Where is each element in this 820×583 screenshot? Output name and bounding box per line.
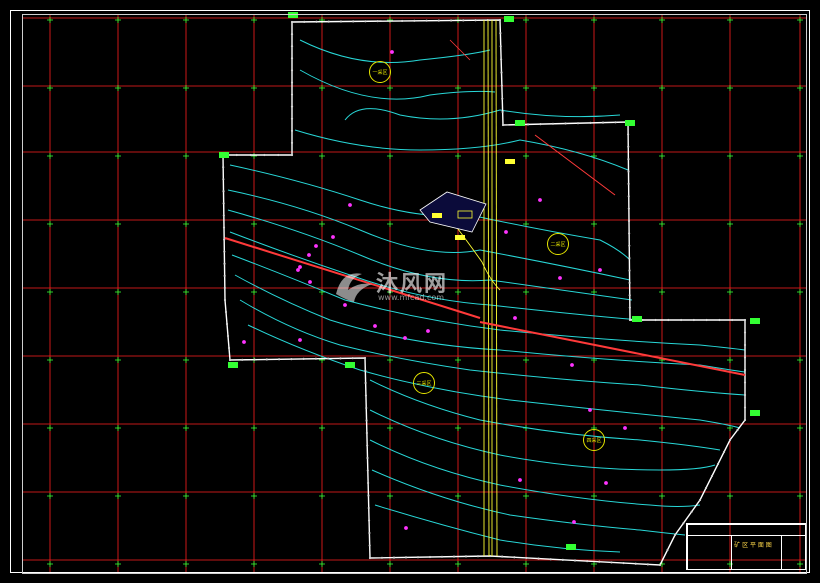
zone-label-1: 一采区 <box>369 61 391 83</box>
zone-label-2: 二采区 <box>547 233 569 255</box>
zone-label-3: 三采区 <box>413 372 435 394</box>
watermark-url: www.mfcad.com <box>378 293 445 302</box>
title-block-right-cell <box>781 535 806 570</box>
zone-label-4: 四采区 <box>583 429 605 451</box>
cad-drawing-canvas: 一采区 二采区 三采区 四采区 矿 区 平 面 图 沐风网 www.mfcad.… <box>0 0 820 579</box>
title-block-left-cell <box>687 535 732 570</box>
title-block-title: 矿 区 平 面 图 <box>734 542 772 549</box>
